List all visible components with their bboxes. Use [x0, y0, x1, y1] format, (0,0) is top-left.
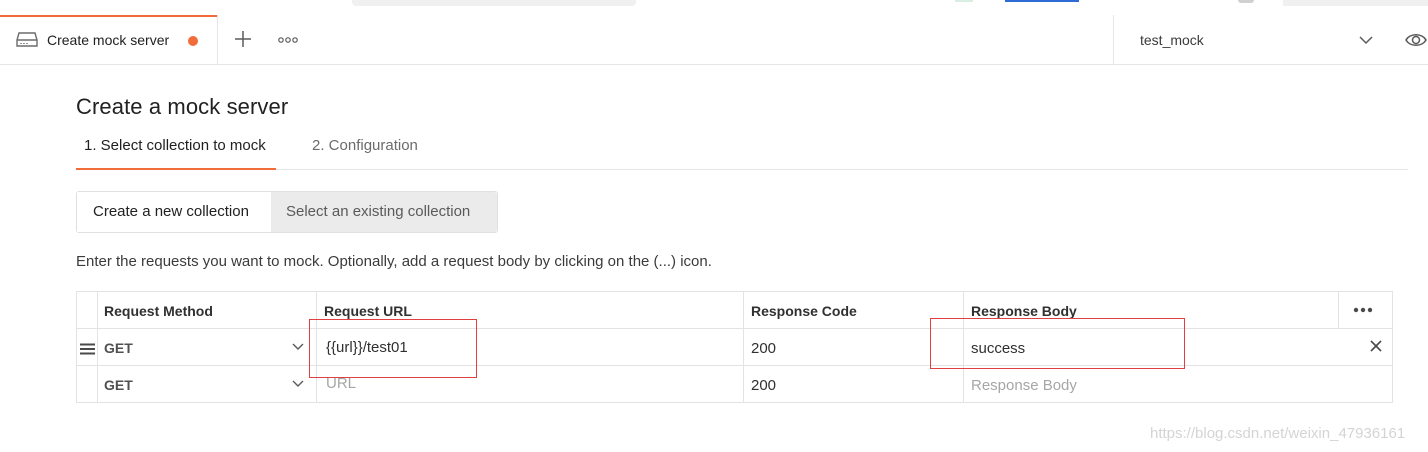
tab-bar: Create mock server test_mock [0, 15, 1428, 65]
column-divider [1338, 292, 1339, 328]
annotation-box-body [930, 318, 1185, 369]
create-new-collection-option[interactable]: Create a new collection [77, 192, 271, 232]
method-select[interactable]: GET [98, 329, 316, 365]
header-response-body: Response Body [971, 303, 1077, 319]
annotation-box-url [309, 319, 477, 378]
mock-server-icon [16, 32, 38, 47]
active-step-indicator [76, 168, 276, 170]
chevron-down-icon [292, 380, 304, 387]
step-select-collection[interactable]: 1. Select collection to mock [76, 136, 276, 171]
method-value: GET [104, 377, 133, 393]
code-value: 200 [751, 340, 777, 357]
app-header-strip [0, 0, 1428, 16]
option-label: Create a new collection [93, 203, 249, 220]
drag-handle-icon[interactable] [80, 343, 95, 355]
environment-selector[interactable]: test_mock [1113, 15, 1386, 64]
step-label: 1. Select collection to mock [84, 137, 266, 154]
tab-label: Create mock server [47, 32, 170, 48]
header-status-indicator [955, 0, 973, 2]
header-primary-button[interactable] [1005, 0, 1079, 2]
method-select[interactable]: GET [98, 366, 316, 402]
code-value: 200 [751, 377, 777, 394]
close-icon[interactable] [1370, 340, 1382, 352]
instructions-text: Enter the requests you want to mock. Opt… [76, 253, 712, 270]
environment-quick-look-eye-icon[interactable] [1404, 30, 1428, 50]
response-code-input[interactable]: 200 [744, 366, 963, 402]
more-tabs-icon[interactable] [277, 35, 299, 45]
global-search-bar[interactable] [352, 0, 636, 6]
header-avatar[interactable] [1238, 0, 1254, 3]
active-tab-indicator [0, 15, 217, 17]
select-existing-collection-option[interactable]: Select an existing collection [271, 192, 497, 232]
method-value: GET [104, 340, 133, 356]
header-request-method: Request Method [104, 303, 213, 319]
collection-source-toggle: Create a new collection Select an existi… [76, 191, 498, 233]
header-response-code: Response Code [751, 303, 857, 319]
chevron-down-icon [1359, 36, 1373, 45]
response-body-input[interactable]: Response Body [964, 366, 1391, 402]
page-title: Create a mock server [76, 94, 289, 119]
tab-create-mock-server[interactable]: Create mock server [0, 15, 218, 64]
unsaved-changes-dot [188, 36, 198, 46]
header-right-control[interactable] [1283, 0, 1428, 6]
option-label: Select an existing collection [286, 203, 471, 220]
step-label: 2. Configuration [312, 137, 418, 154]
more-options-icon[interactable] [1352, 306, 1374, 314]
mock-requests-table: Request Method Request URL Response Code… [76, 291, 1393, 403]
new-tab-plus-icon[interactable] [232, 28, 254, 50]
environment-name: test_mock [1140, 32, 1204, 48]
chevron-down-icon [292, 343, 304, 350]
body-placeholder: Response Body [971, 377, 1077, 394]
watermark-text: https://blog.csdn.net/weixin_47936161 [1150, 425, 1406, 442]
header-request-url: Request URL [324, 303, 412, 319]
